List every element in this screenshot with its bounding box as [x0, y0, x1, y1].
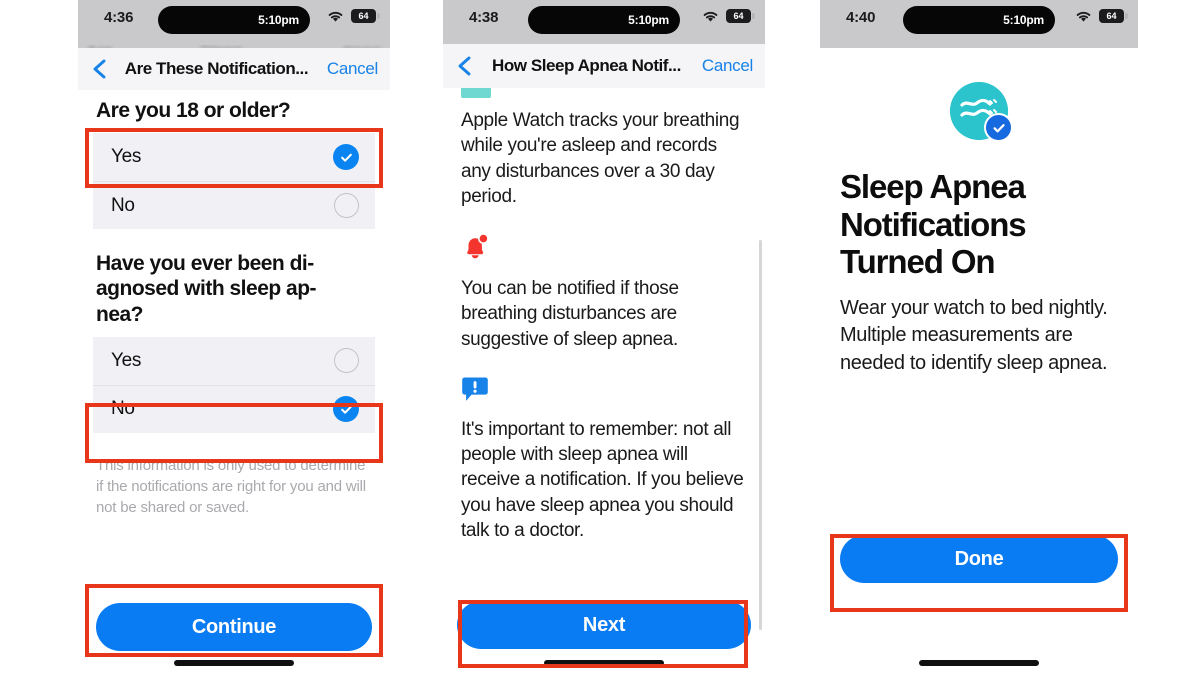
- hero-icon-wrap: [820, 48, 1138, 142]
- page-title: Sleep Apnea Notifications Turned On: [840, 168, 1027, 281]
- question-title-diagnosis: Have you ever been di- agnosed with slee…: [78, 251, 390, 327]
- status-bar: 4:38 5:10pm 64: [443, 0, 765, 45]
- option-label: No: [111, 398, 135, 420]
- option-label: Yes: [111, 146, 142, 168]
- home-indicator: [919, 660, 1039, 666]
- phone-panel-how-it-works: 4:38 5:10pm 64 How Sleep ...Work: [443, 0, 765, 675]
- status-indicators: 64: [1075, 9, 1128, 23]
- continue-button[interactable]: Continue: [96, 603, 372, 651]
- status-bar: 4:40 5:10pm 64: [820, 0, 1138, 45]
- phone-panel-confirmation: 4:40 5:10pm 64 Sleep Apnea Notifications…: [820, 0, 1138, 675]
- check-badge-icon: [984, 113, 1013, 142]
- panel-body: Are you 18 or older? Yes No Have you eve…: [78, 90, 390, 675]
- option-label: No: [111, 194, 135, 216]
- battery-icon: 64: [726, 9, 755, 23]
- exclamation-bubble-icon-wrap: [443, 376, 765, 403]
- battery-level: 64: [1106, 10, 1117, 21]
- home-indicator: [544, 660, 664, 666]
- question-line: agnosed with sleep ap-: [96, 277, 317, 301]
- battery-icon: 64: [1099, 9, 1128, 23]
- dynamic-island: 5:10pm: [158, 6, 310, 34]
- option-row-age-yes[interactable]: Yes: [93, 133, 375, 182]
- next-button[interactable]: Next: [457, 601, 751, 649]
- nav-title: Are These Notification...: [124, 59, 309, 78]
- cancel-button[interactable]: Cancel: [321, 59, 378, 79]
- exclamation-bubble-icon: [462, 377, 488, 401]
- page-subtitle: Wear your watch to bed nightly. Multiple…: [840, 296, 1108, 375]
- status-clock: 4:38: [469, 9, 499, 26]
- island-clock: 5:10pm: [1003, 13, 1044, 27]
- phone-panel-questionnaire: 4:36 5:10pm 64 Are Sleep ...tions: [78, 0, 390, 675]
- dynamic-island: 5:10pm: [903, 6, 1055, 34]
- section-text-disclaimer: It's important to remember: not all peop…: [461, 418, 744, 541]
- nav-title: How Sleep Apnea Notif...: [492, 56, 681, 75]
- scrollbar[interactable]: [759, 240, 762, 630]
- question-title-age: Are you 18 or older?: [96, 99, 291, 122]
- wifi-icon: [1076, 11, 1091, 22]
- dynamic-island: 5:10pm: [528, 6, 680, 34]
- sleep-apnea-check-icon: [950, 82, 1013, 142]
- chevron-left-icon[interactable]: [90, 57, 110, 81]
- screenshot-stage: 4:36 5:10pm 64 Are Sleep ...tions: [0, 0, 1200, 675]
- radio-selected-icon[interactable]: [333, 396, 359, 423]
- island-clock: 5:10pm: [258, 13, 299, 27]
- panel-body: Sleep Apnea Notifications Turned On Wear…: [820, 48, 1138, 675]
- privacy-disclaimer: This information is only used to determi…: [96, 456, 366, 517]
- panel-body: Apple Watch tracks your breathing while …: [443, 86, 765, 675]
- navigation-bar: Are These Notification... Cancel: [78, 48, 390, 90]
- chevron-left-icon[interactable]: [455, 54, 475, 78]
- status-clock: 4:36: [104, 9, 134, 26]
- option-row-diagnosis-no[interactable]: No: [93, 384, 375, 433]
- status-indicators: 64: [702, 9, 755, 23]
- battery-level: 64: [358, 10, 369, 21]
- question-line: nea?: [96, 302, 144, 326]
- question-line: Have you ever been di-: [96, 252, 314, 276]
- option-row-diagnosis-yes[interactable]: Yes: [93, 336, 375, 385]
- status-indicators: 64: [327, 9, 380, 23]
- battery-level: 64: [733, 10, 744, 21]
- status-bar: 4:36 5:10pm 64: [78, 0, 390, 45]
- done-button[interactable]: Done: [840, 535, 1118, 583]
- option-group-diagnosis: Yes No: [78, 336, 390, 433]
- section-text-notification: You can be notified if those breathing d…: [461, 278, 679, 350]
- status-clock: 4:40: [846, 9, 876, 26]
- option-group-age: Yes No: [78, 133, 390, 230]
- battery-icon: 64: [351, 9, 380, 23]
- wifi-icon: [328, 11, 343, 22]
- island-clock: 5:10pm: [628, 13, 669, 27]
- bell-alert-icon: [467, 233, 489, 259]
- option-row-age-no[interactable]: No: [93, 181, 375, 230]
- option-label: Yes: [111, 349, 142, 371]
- cancel-button[interactable]: Cancel: [696, 56, 753, 76]
- wifi-icon: [703, 11, 718, 22]
- radio-unselected-icon[interactable]: [334, 193, 359, 219]
- radio-selected-icon[interactable]: [333, 144, 359, 171]
- home-indicator: [174, 660, 294, 666]
- navigation-bar: How Sleep Apnea Notif... Cancel: [443, 44, 765, 88]
- bell-alert-icon-wrap: [443, 231, 765, 262]
- section-text-tracking: Apple Watch tracks your breathing while …: [461, 110, 740, 207]
- radio-unselected-icon[interactable]: [334, 348, 359, 374]
